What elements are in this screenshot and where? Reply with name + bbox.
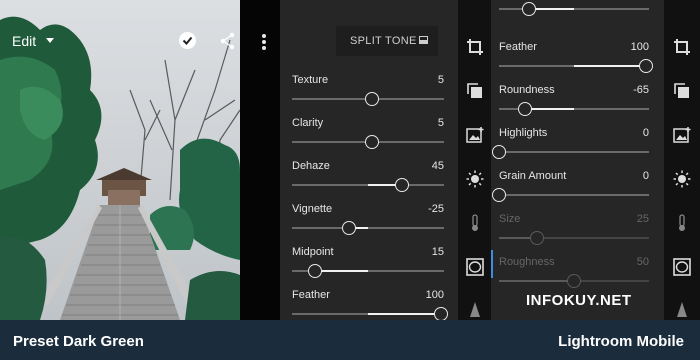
- crop-icon[interactable]: [466, 38, 484, 56]
- split-tone-icon: [419, 36, 428, 44]
- slider-grain-amount[interactable]: Grain Amount 0: [492, 170, 649, 210]
- slider-label: Roundness: [499, 84, 555, 96]
- preset-name-caption: Preset Dark Green: [13, 333, 144, 350]
- effects-panel: SPLIT TONE Texture 5 Clarity 5 Dehaze 45…: [280, 0, 458, 321]
- slider-value: 45: [431, 160, 444, 172]
- slider-track[interactable]: [492, 145, 649, 159]
- slider-track: [499, 274, 649, 288]
- slider-value: 0: [642, 127, 649, 139]
- slider-value: -65: [633, 84, 649, 96]
- slider-track[interactable]: [499, 59, 653, 73]
- slider-label: Clarity: [292, 117, 324, 129]
- slider-midpoint[interactable]: Midpoint 15: [292, 246, 444, 286]
- slider-texture[interactable]: Texture 5: [292, 74, 444, 114]
- slider-thumb[interactable]: [522, 2, 536, 16]
- detail-triangle-icon[interactable]: [466, 300, 484, 318]
- slider-label: Size: [499, 213, 521, 225]
- image-add-icon[interactable]: [673, 126, 691, 144]
- slider-label: Roughness: [499, 256, 555, 268]
- slider-roundness[interactable]: Roundness -65: [499, 84, 649, 124]
- slider-value: 100: [425, 289, 444, 301]
- slider-value: -25: [428, 203, 444, 215]
- checkmark-icon[interactable]: [179, 32, 196, 49]
- slider-thumb[interactable]: [395, 178, 410, 192]
- crop-icon[interactable]: [673, 38, 691, 56]
- watermark: INFOKUY.NET: [526, 292, 632, 309]
- slider-label: Vignette: [292, 203, 333, 215]
- slider-track[interactable]: [292, 92, 444, 106]
- slider-highlights[interactable]: Highlights 0: [492, 127, 649, 167]
- slider-vignette[interactable]: Vignette -25: [292, 203, 444, 243]
- slider-label: Feather: [499, 41, 537, 53]
- slider-partial-top[interactable]: [499, 0, 649, 24]
- slider-label: Midpoint: [292, 246, 334, 258]
- slider-track[interactable]: [292, 135, 444, 149]
- slider-thumb[interactable]: [364, 135, 379, 149]
- tool-rail: [458, 0, 491, 320]
- effects-panel-scrolled: Feather 100 Roundness -65 Highlights 0 G…: [491, 0, 664, 320]
- image-add-icon[interactable]: [466, 126, 484, 144]
- slider-track[interactable]: [499, 102, 649, 116]
- split-tone-label: SPLIT TONE: [350, 35, 417, 47]
- edit-menu-label[interactable]: Edit: [12, 33, 36, 49]
- slider-value: 5: [437, 117, 444, 129]
- active-section-indicator: [491, 250, 493, 278]
- caption-footer: Preset Dark Green Lightroom Mobile: [0, 320, 700, 360]
- color-temperature-icon[interactable]: [673, 214, 691, 232]
- slider-thumb[interactable]: [639, 59, 653, 73]
- slider-thumb[interactable]: [492, 188, 506, 202]
- more-options-icon[interactable]: [262, 34, 266, 52]
- tool-rail-right: [664, 0, 700, 320]
- slider-value: 15: [431, 246, 444, 258]
- slider-size: Size 25: [499, 213, 649, 253]
- slider-thumb[interactable]: [433, 307, 448, 321]
- slider-track[interactable]: [292, 221, 444, 235]
- app-name-caption: Lightroom Mobile: [558, 333, 684, 350]
- slider-track[interactable]: [292, 178, 444, 192]
- slider-clarity[interactable]: Clarity 5: [292, 117, 444, 157]
- slider-value: 50: [636, 256, 649, 268]
- slider-value: 100: [630, 41, 649, 53]
- slider-roughness: Roughness 50: [499, 256, 649, 296]
- slider-track[interactable]: [292, 264, 444, 278]
- slider-thumb[interactable]: [492, 145, 506, 159]
- vignette-icon[interactable]: [673, 258, 691, 276]
- photo-preview[interactable]: Edit: [0, 0, 240, 320]
- slider-value: 0: [642, 170, 649, 182]
- detail-triangle-icon[interactable]: [673, 300, 691, 318]
- vignette-icon[interactable]: [466, 258, 484, 276]
- split-tone-button[interactable]: SPLIT TONE: [336, 26, 438, 56]
- slider-label: Texture: [292, 74, 329, 86]
- slider-label: Dehaze: [292, 160, 330, 172]
- slider-label: Highlights: [499, 127, 548, 139]
- slider-track: [499, 231, 649, 245]
- slider-thumb[interactable]: [307, 264, 322, 278]
- presets-icon[interactable]: [673, 82, 691, 100]
- slider-track[interactable]: [292, 307, 448, 321]
- slider-value: 25: [636, 213, 649, 225]
- light-sun-icon[interactable]: [466, 170, 484, 188]
- slider-thumb: [567, 274, 581, 288]
- slider-thumb: [529, 231, 544, 245]
- light-sun-icon[interactable]: [673, 170, 691, 188]
- chevron-down-icon[interactable]: [46, 38, 54, 43]
- slider-thumb[interactable]: [342, 221, 356, 235]
- panel-separator: [240, 0, 280, 320]
- color-temperature-icon[interactable]: [466, 214, 484, 232]
- slider-thumb[interactable]: [518, 102, 533, 116]
- slider-thumb[interactable]: [364, 92, 379, 106]
- slider-label: Grain Amount: [499, 170, 567, 182]
- slider-track[interactable]: [492, 188, 649, 202]
- slider-label: Feather: [292, 289, 330, 301]
- slider-dehaze[interactable]: Dehaze 45: [292, 160, 444, 200]
- slider-track[interactable]: [499, 2, 649, 16]
- presets-icon[interactable]: [466, 82, 484, 100]
- slider-value: 5: [437, 74, 444, 86]
- slider-feather[interactable]: Feather 100: [499, 41, 653, 81]
